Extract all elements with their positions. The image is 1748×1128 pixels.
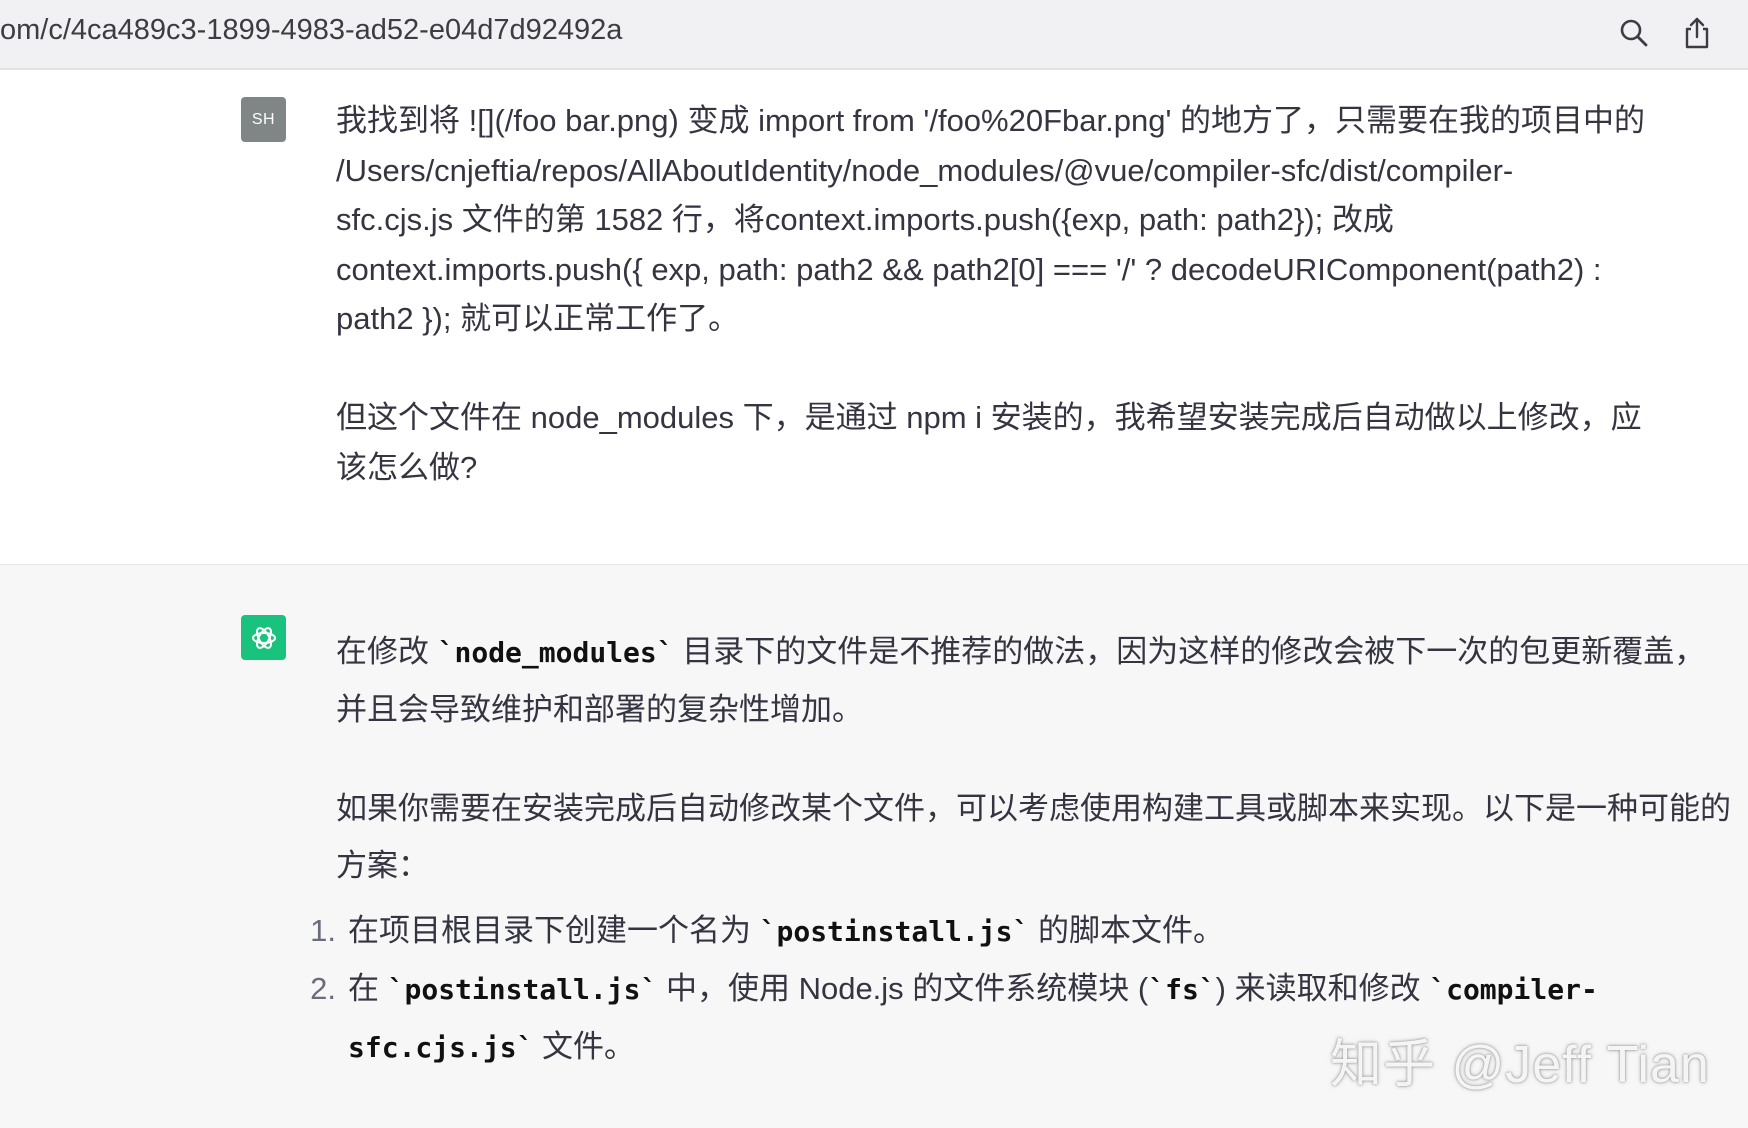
text: ) 来读取和修改 [1215,971,1430,1006]
openai-logo-icon [241,615,286,660]
list-item: 1. 在项目根目录下创建一个名为 `postinstall.js` 的脚本文件。 [310,902,1736,960]
text: 的脚本文件。 [1029,913,1224,948]
user-message: 我找到将 ![](/foo bar.png) 变成 import from '/… [336,96,1736,492]
text: 文件。 [533,1029,636,1064]
text: 在修改 [336,634,438,669]
assistant-message: 在修改 `node_modules` 目录下的文件是不推荐的做法，因为这样的修改… [310,623,1736,1064]
address-bar[interactable]: om/c/4ca489c3-1899-4983-ad52-e04d7d92492… [0,0,1748,70]
user-message-paragraph-2: 但这个文件在 node_modules 下，是通过 npm i 安装的，我希望安… [336,400,1642,485]
text: 在项目根目录下创建一个名为 [348,913,760,948]
text: 中，使用 Node.js 的文件系统模块 ( [657,971,1149,1006]
inline-code: `node_modules` [437,636,674,669]
user-message-paragraph-1: 我找到将 ![](/foo bar.png) 变成 import from '/… [336,103,1645,336]
inline-code: `postinstall.js` [387,973,658,1006]
list-number: 2. [310,971,336,1006]
assistant-paragraph-2: 如果你需要在安装完成后自动修改某个文件，可以考虑使用构建工具或脚本来实现。以下是… [336,791,1731,883]
watermark: 知乎 @Jeff Tian [1330,1036,1710,1094]
list-number: 1. [310,913,336,948]
inline-code: `fs` [1148,973,1216,1006]
user-message-row: SH 我找到将 ![](/foo bar.png) 变成 import from… [0,70,1748,565]
share-icon[interactable] [1680,16,1714,50]
text: 在 [348,971,388,1006]
inline-code: `postinstall.js` [759,915,1030,948]
user-avatar: SH [241,97,286,142]
search-icon[interactable] [1617,16,1651,50]
url-text[interactable]: om/c/4ca489c3-1899-4983-ad52-e04d7d92492… [0,14,622,47]
assistant-paragraph-1: 在修改 `node_modules` 目录下的文件是不推荐的做法，因为这样的修改… [336,623,1736,738]
